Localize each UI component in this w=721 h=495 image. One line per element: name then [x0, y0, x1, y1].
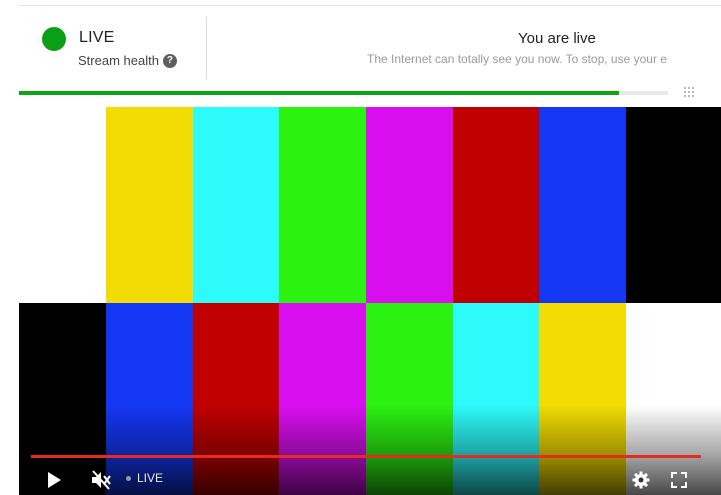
fullscreen-button[interactable]: [667, 468, 691, 492]
progress-scrubber[interactable]: [31, 455, 701, 458]
test-pattern-top-bar-4: [279, 107, 366, 303]
live-control-room: LIVE Stream health ? You are live The In…: [0, 0, 721, 495]
test-pattern-top-bar-8: [626, 107, 721, 303]
test-pattern-top-bar-3: [193, 107, 279, 303]
settings-icon[interactable]: [632, 471, 650, 489]
live-badge-label[interactable]: LIVE: [137, 471, 163, 485]
test-pattern-top-row: [19, 107, 721, 303]
video-player[interactable]: LIVE: [19, 107, 721, 495]
mute-icon[interactable]: [90, 470, 112, 490]
test-pattern-top-bar-1: [19, 107, 106, 303]
test-pattern-top-bar-6: [453, 107, 539, 303]
live-status-label: LIVE: [79, 29, 115, 46]
test-pattern-top-bar-5: [366, 107, 453, 303]
stream-health-label[interactable]: Stream health: [78, 53, 159, 68]
live-status-indicator: [42, 27, 66, 51]
help-circle-icon[interactable]: ?: [162, 53, 177, 68]
stream-health[interactable]: Stream health ?: [78, 53, 177, 68]
play-button[interactable]: [43, 469, 65, 491]
status-message: The Internet can totally see you now. To…: [367, 52, 667, 66]
stream-status-header: LIVE Stream health ? You are live The In…: [19, 5, 721, 88]
stream-progress-fill: [19, 91, 620, 95]
test-pattern-top-bar-7: [539, 107, 626, 303]
header-divider: [206, 17, 207, 79]
test-pattern-top-bar-2: [106, 107, 193, 303]
mute-button[interactable]: [89, 468, 113, 492]
player-controls: LIVE: [19, 463, 721, 495]
live-dot-icon: [126, 475, 131, 481]
status-title: You are live: [518, 30, 596, 47]
fullscreen-icon[interactable]: [670, 471, 688, 489]
drag-handle-icon[interactable]: [682, 85, 700, 103]
play-icon[interactable]: [46, 471, 62, 489]
live-badge[interactable]: LIVE: [126, 471, 163, 485]
settings-button[interactable]: [629, 468, 653, 492]
stream-progress-bar: [19, 91, 668, 95]
